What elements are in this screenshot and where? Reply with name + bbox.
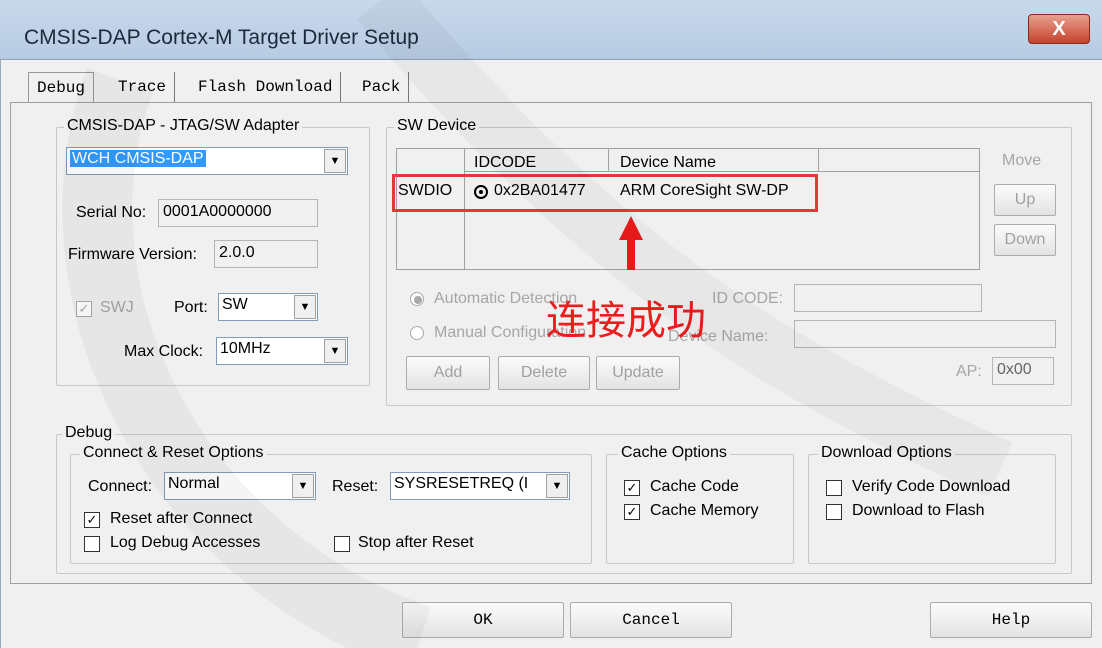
tab-pack[interactable]: Pack: [354, 72, 410, 102]
id-code-label: ID CODE:: [712, 290, 784, 307]
add-button[interactable]: Add: [406, 356, 490, 390]
port-label: Port:: [174, 299, 208, 316]
column-idcode: IDCODE: [474, 154, 537, 171]
device-name-field[interactable]: [794, 320, 1056, 348]
download-to-flash-checkbox[interactable]: [826, 504, 842, 520]
adapter-dropdown-icon[interactable]: ▼: [324, 149, 346, 173]
serial-label: Serial No:: [76, 204, 147, 221]
verify-download-checkbox[interactable]: [826, 480, 842, 496]
help-button[interactable]: Help: [930, 602, 1092, 638]
swj-label: SWJ: [100, 299, 134, 316]
verify-download-label: Verify Code Download: [852, 478, 1011, 495]
sw-device-group-label: SW Device: [394, 117, 480, 135]
adapter-group-label: CMSIS-DAP - JTAG/SW Adapter: [64, 117, 303, 135]
connect-dropdown-icon[interactable]: ▼: [292, 474, 314, 498]
cache-memory-checkbox[interactable]: ✓: [624, 504, 640, 520]
update-button[interactable]: Update: [596, 356, 680, 390]
ap-field[interactable]: 0x00: [992, 357, 1054, 385]
max-clock-dropdown-icon[interactable]: ▼: [324, 339, 346, 363]
move-label: Move: [1002, 152, 1042, 169]
reset-after-connect-checkbox[interactable]: ✓: [84, 512, 100, 528]
down-button[interactable]: Down: [994, 224, 1056, 256]
reset-label: Reset:: [332, 478, 379, 495]
log-debug-checkbox[interactable]: [84, 536, 100, 552]
cache-options-label: Cache Options: [618, 444, 730, 462]
ap-label: AP:: [956, 363, 982, 380]
connect-reset-label: Connect & Reset Options: [80, 444, 267, 462]
download-to-flash-label: Download to Flash: [852, 502, 985, 519]
id-code-field[interactable]: [794, 284, 982, 312]
max-clock-label: Max Clock:: [124, 343, 204, 360]
arrow-up-icon: [619, 216, 643, 270]
log-debug-label: Log Debug Accesses: [110, 534, 261, 551]
cache-code-checkbox[interactable]: ✓: [624, 480, 640, 496]
cache-code-label: Cache Code: [650, 478, 739, 495]
swj-checkbox[interactable]: ✓: [76, 301, 92, 317]
firmware-field: 2.0.0: [214, 240, 318, 268]
auto-detect-radio[interactable]: [410, 292, 424, 306]
ok-button[interactable]: OK: [402, 602, 564, 638]
stop-after-reset-checkbox[interactable]: [334, 536, 350, 552]
port-dropdown-icon[interactable]: ▼: [294, 295, 316, 319]
connect-label: Connect:: [88, 478, 153, 495]
window-title: CMSIS-DAP Cortex-M Target Driver Setup: [24, 26, 419, 49]
manual-config-radio[interactable]: [410, 326, 424, 340]
tab-debug[interactable]: Debug: [28, 72, 95, 104]
table-header: [464, 148, 980, 172]
column-device-name: Device Name: [620, 154, 717, 171]
tab-trace[interactable]: Trace: [110, 72, 176, 102]
adapter-selected: WCH CMSIS-DAP: [70, 150, 206, 167]
download-options-label: Download Options: [818, 444, 955, 462]
success-annotation: 连接成功: [546, 298, 706, 344]
reset-dropdown-icon[interactable]: ▼: [546, 474, 568, 498]
firmware-label: Firmware Version:: [68, 246, 197, 263]
reset-after-connect-label: Reset after Connect: [110, 510, 253, 527]
tab-flash-download[interactable]: Flash Download: [190, 72, 342, 102]
serial-field: 0001A0000000: [158, 199, 318, 227]
cache-memory-label: Cache Memory: [650, 502, 759, 519]
stop-after-reset-label: Stop after Reset: [358, 534, 474, 551]
delete-button[interactable]: Delete: [498, 356, 590, 390]
highlight-box: [392, 174, 818, 212]
up-button[interactable]: Up: [994, 184, 1056, 216]
reset-select[interactable]: SYSRESETREQ (I: [390, 472, 570, 500]
cancel-button[interactable]: Cancel: [570, 602, 732, 638]
close-button[interactable]: X: [1028, 14, 1090, 44]
debug-group-label: Debug: [62, 424, 116, 442]
adapter-select[interactable]: WCH CMSIS-DAP: [66, 147, 348, 175]
